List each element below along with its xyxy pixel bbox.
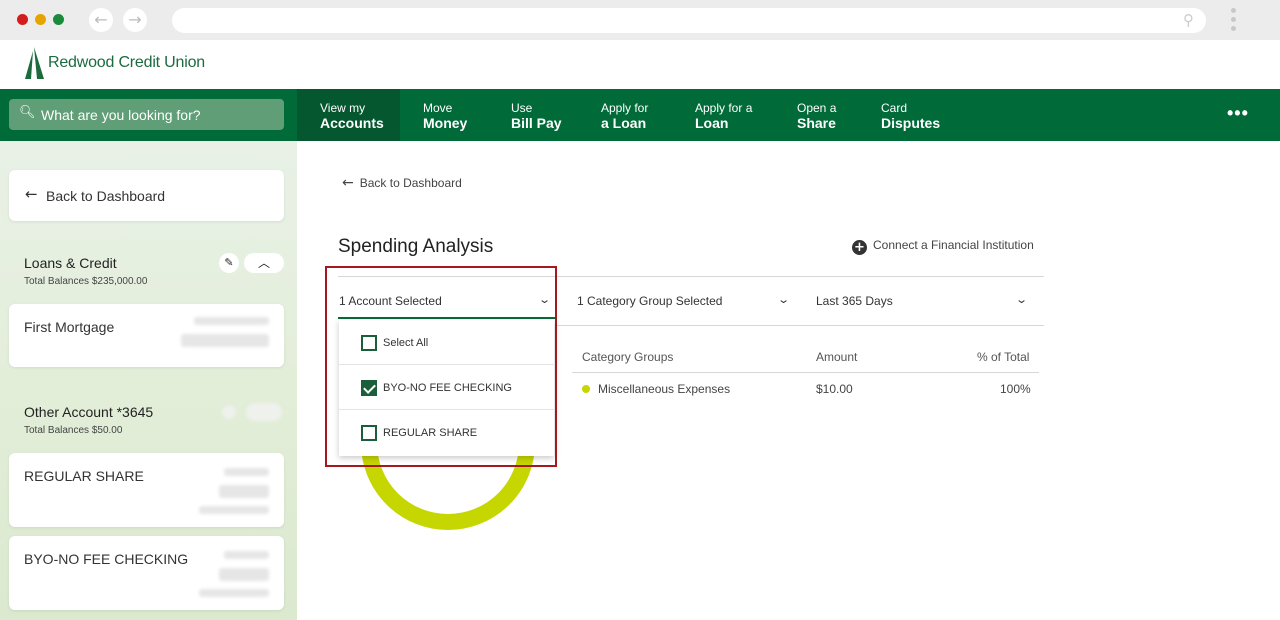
browser-menu-icon[interactable]: [1230, 8, 1238, 34]
arrow-left-icon: ←: [25, 185, 38, 203]
sidebar: ← Back to Dashboard Loans & Credit Total…: [0, 141, 297, 620]
table-divider: [572, 372, 1039, 373]
browser-forward-icon[interactable]: →: [123, 8, 147, 32]
group-subtitle-loans: Total Balances $235,000.00: [24, 276, 148, 287]
group-title-loans: Loans & Credit: [24, 255, 117, 271]
nav-card-disputes[interactable]: Card Disputes: [881, 89, 940, 141]
blurred-label: [224, 551, 269, 559]
account-card-byo-checking[interactable]: BYO-NO FEE CHECKING: [9, 536, 284, 610]
nav-apply-for-a-loan[interactable]: Apply for a Loan: [695, 89, 752, 141]
blurred-balance: [219, 568, 269, 581]
dropdown-option-select-all[interactable]: Select All: [339, 320, 554, 365]
nav-view-accounts[interactable]: View my Accounts: [297, 89, 400, 141]
nav-open-share[interactable]: Open a Share: [797, 89, 836, 141]
category-filter-select[interactable]: 1 Category Group Selected: [577, 294, 722, 308]
maximize-window-dot[interactable]: [53, 14, 64, 25]
account-card-regular-share[interactable]: REGULAR SHARE: [9, 453, 284, 527]
edit-pencil-icon[interactable]: ✎: [219, 253, 239, 273]
plus-circle-icon: +: [852, 240, 867, 255]
dropdown-option-byo-checking[interactable]: BYO-NO FEE CHECKING: [339, 365, 554, 410]
column-header-amount: Amount: [816, 350, 858, 364]
minimize-window-dot[interactable]: [35, 14, 46, 25]
collapse-chevron-up-icon[interactable]: ︿: [244, 253, 284, 273]
blurred-label: [194, 317, 269, 325]
main-back-to-dashboard[interactable]: ← Back to Dashboard: [342, 175, 462, 191]
checkbox-select-all[interactable]: [361, 335, 377, 351]
checkbox-byo-checking[interactable]: [361, 380, 377, 396]
checkbox-regular-share[interactable]: [361, 425, 377, 441]
brand-name[interactable]: Redwood Credit Union: [48, 54, 205, 72]
sidebar-back-to-dashboard[interactable]: ← Back to Dashboard: [9, 170, 284, 221]
category-color-dot: [582, 385, 590, 393]
group-title-other-account: Other Account *3645: [24, 404, 154, 420]
column-header-category: Category Groups: [582, 350, 674, 364]
search-icon: ⚲: [1183, 11, 1194, 29]
blurred-balance: [181, 334, 269, 347]
chevron-down-icon[interactable]: ⌄: [538, 293, 551, 306]
table-cell-category[interactable]: Miscellaneous Expenses: [598, 382, 730, 396]
column-header-percent: % of Total: [977, 350, 1030, 364]
account-dropdown-menu: Select All BYO-NO FEE CHECKING REGULAR S…: [339, 320, 554, 456]
nav-apply-loan[interactable]: Apply for a Loan: [601, 89, 648, 141]
divider: [338, 276, 1044, 277]
divider: [556, 325, 1044, 326]
blurred-label: [199, 589, 269, 597]
search-placeholder: What are you looking for?: [41, 107, 201, 123]
blurred-toggle-icon: [246, 403, 282, 421]
blurred-label: [224, 468, 269, 476]
main-navbar: 🔍︎ What are you looking for? View my Acco…: [0, 89, 1280, 141]
search-input[interactable]: 🔍︎ What are you looking for?: [9, 99, 284, 130]
blurred-label: [199, 506, 269, 514]
account-filter-select[interactable]: 1 Account Selected: [339, 294, 442, 308]
account-filter-underline: [338, 317, 556, 319]
connect-institution-button[interactable]: + Connect a Financial Institution: [852, 238, 1034, 255]
blurred-balance: [219, 485, 269, 498]
address-bar[interactable]: ⚲: [172, 8, 1206, 33]
search-icon: 🔍︎: [19, 105, 36, 120]
table-cell-percent: 100%: [1000, 382, 1031, 396]
logo-bar: Redwood Credit Union: [0, 40, 1280, 89]
table-cell-amount: $10.00: [816, 382, 853, 396]
dropdown-option-regular-share[interactable]: REGULAR SHARE: [339, 410, 554, 455]
nav-move-money[interactable]: Move Money: [423, 89, 467, 141]
more-menu-icon[interactable]: •••: [1227, 103, 1249, 124]
date-range-select[interactable]: Last 365 Days: [816, 294, 893, 308]
arrow-left-icon: ←: [342, 175, 354, 191]
browser-back-icon[interactable]: ←: [89, 8, 113, 32]
chevron-down-icon[interactable]: ⌄: [777, 293, 790, 306]
browser-chrome: ← → ⚲: [0, 0, 1280, 40]
blurred-edit-icon: [222, 405, 236, 419]
close-window-dot[interactable]: [17, 14, 28, 25]
group-subtitle-other-account: Total Balances $50.00: [24, 425, 123, 436]
redwood-tree-logo-icon[interactable]: [22, 45, 46, 81]
account-card-first-mortgage[interactable]: First Mortgage: [9, 304, 284, 367]
chevron-down-icon[interactable]: ⌄: [1015, 293, 1028, 306]
page-title: Spending Analysis: [338, 236, 494, 257]
nav-bill-pay[interactable]: Use Bill Pay: [511, 89, 562, 141]
